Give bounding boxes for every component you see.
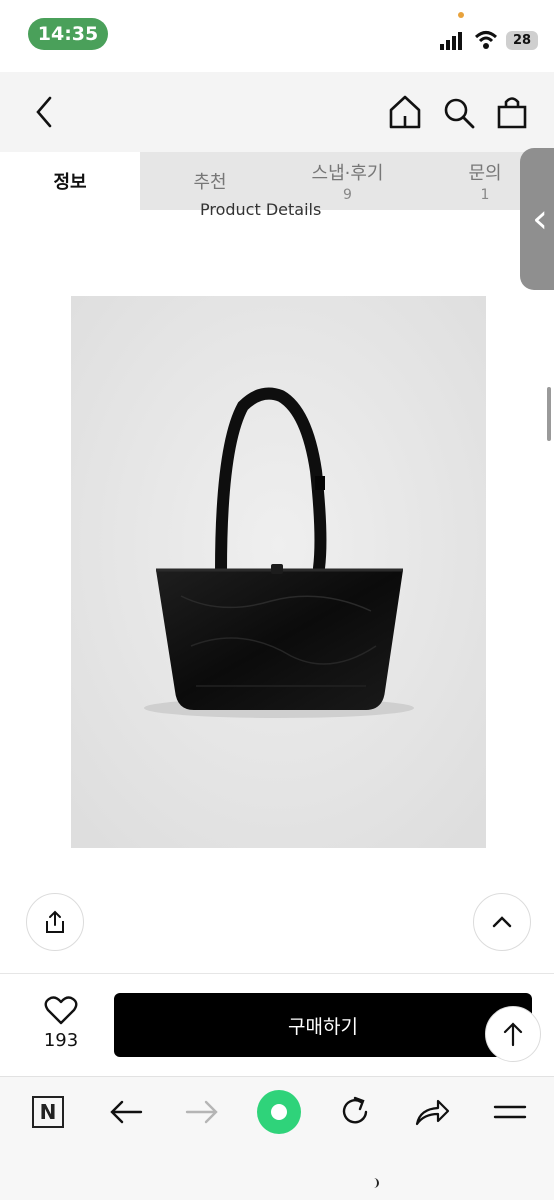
green-dot-icon bbox=[257, 1090, 301, 1134]
battery-icon: 28 bbox=[506, 31, 538, 50]
tab-label: 정보 bbox=[53, 172, 87, 193]
bag-icon[interactable] bbox=[496, 94, 528, 130]
scrollbar[interactable] bbox=[547, 387, 551, 441]
menu-button[interactable] bbox=[488, 1090, 532, 1134]
tote-bag-illustration bbox=[71, 296, 486, 848]
section-heading: Product Details bbox=[200, 200, 322, 216]
signal-icon bbox=[440, 32, 462, 50]
app-header bbox=[0, 72, 554, 152]
product-image bbox=[71, 296, 486, 848]
share-icon bbox=[46, 910, 64, 933]
share-page-button[interactable] bbox=[410, 1090, 454, 1134]
collapse-button[interactable] bbox=[473, 893, 531, 951]
buy-button[interactable]: 구매하기 bbox=[114, 993, 532, 1057]
chevron-up-icon bbox=[492, 916, 512, 928]
scroll-top-button[interactable] bbox=[485, 1006, 541, 1062]
tab-label: 추천 bbox=[193, 172, 227, 193]
tab-label: 문의 bbox=[468, 163, 502, 184]
divider bbox=[0, 973, 554, 974]
status-bar: 14:35 28 bbox=[0, 0, 554, 72]
browser-forward-button[interactable] bbox=[180, 1090, 224, 1134]
tab-label: 스냅·후기 bbox=[311, 163, 384, 184]
back-icon[interactable] bbox=[30, 94, 58, 130]
naver-button[interactable]: N bbox=[26, 1090, 70, 1134]
refresh-icon bbox=[342, 1096, 368, 1124]
tab-info[interactable]: 정보 bbox=[0, 152, 140, 210]
tab-count: 1 bbox=[480, 187, 490, 203]
wish-count: 193 bbox=[43, 1030, 79, 1051]
home-icon[interactable] bbox=[388, 94, 422, 130]
browser-back-button[interactable] bbox=[104, 1090, 148, 1134]
forward-arrow-icon bbox=[185, 1100, 218, 1124]
naver-icon: N bbox=[32, 1096, 64, 1128]
share-button[interactable] bbox=[26, 893, 84, 951]
arrow-up-icon bbox=[503, 1022, 523, 1047]
camera-indicator-icon bbox=[458, 12, 464, 18]
wifi-icon bbox=[474, 31, 498, 49]
chevron-left-icon: ‹ bbox=[532, 196, 548, 242]
heart-icon[interactable] bbox=[44, 996, 78, 1026]
search-icon[interactable] bbox=[442, 96, 476, 130]
side-panel-handle[interactable]: ‹ bbox=[520, 148, 554, 290]
menu-icon bbox=[493, 1105, 527, 1119]
refresh-button[interactable] bbox=[333, 1090, 377, 1134]
status-time: 14:35 bbox=[28, 18, 108, 50]
back-arrow-icon bbox=[110, 1100, 143, 1124]
share-arrow-icon bbox=[415, 1099, 450, 1126]
green-dot-button[interactable] bbox=[257, 1090, 301, 1134]
